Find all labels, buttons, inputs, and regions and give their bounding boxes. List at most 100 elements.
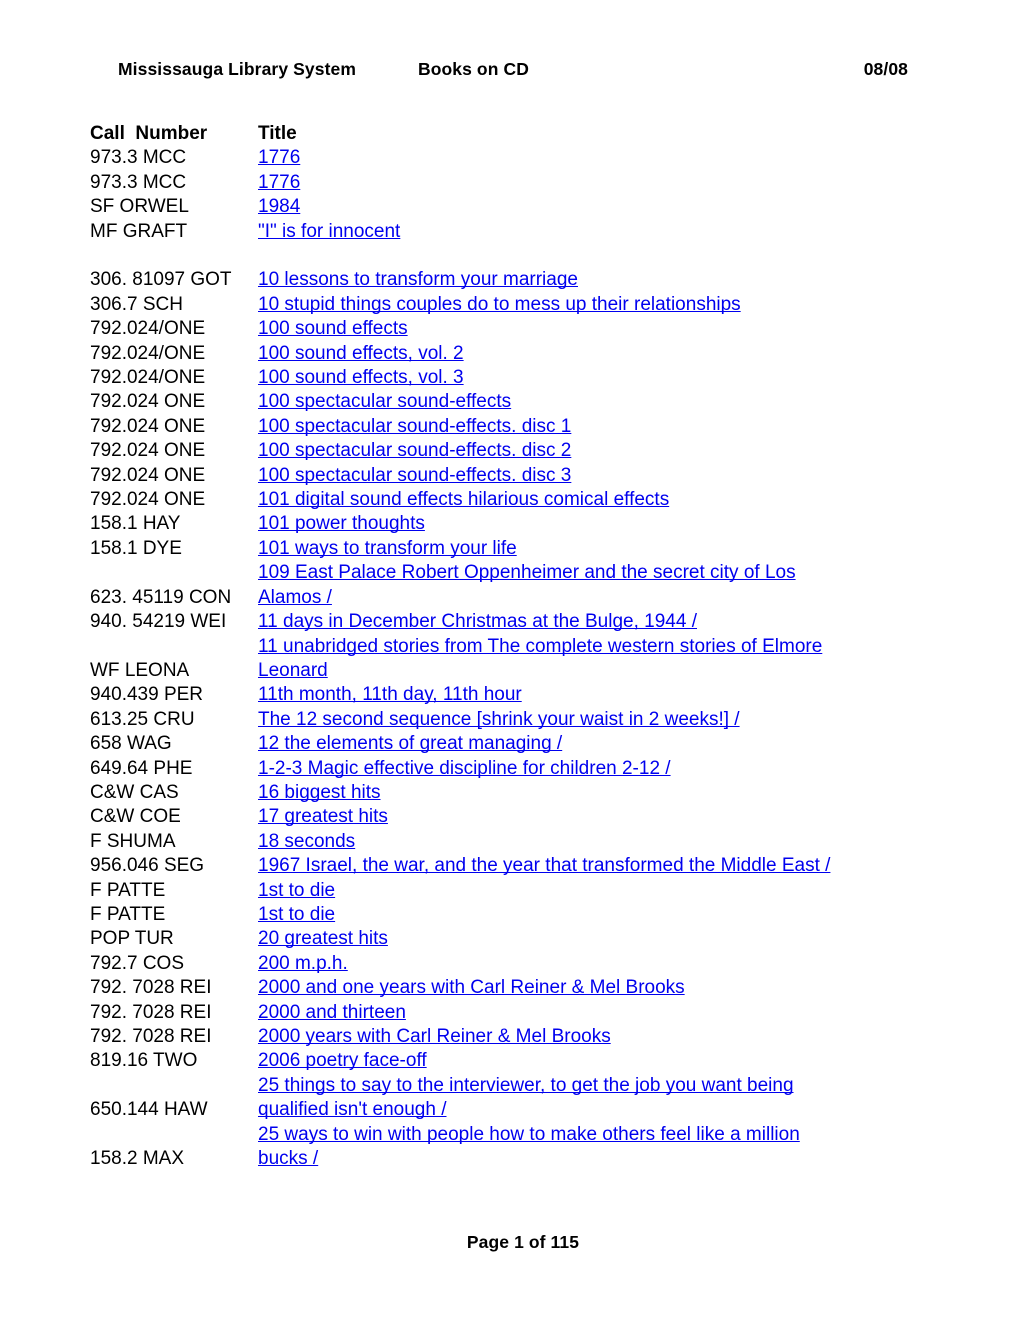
title-cell: 100 spectacular sound-effects. disc 3 — [258, 464, 838, 488]
title-link[interactable]: 11 days in December Christmas at the Bul… — [258, 611, 697, 632]
title-link[interactable]: 2000 and thirteen — [258, 1002, 406, 1023]
title-cell: 109 East Palace Robert Oppenheimer and t… — [258, 561, 838, 610]
call-number-cell: 613.25 CRU — [90, 708, 195, 730]
call-number-cell: 819.16 TWO — [90, 1050, 198, 1072]
title-cell: 16 biggest hits — [258, 781, 838, 805]
title-cell: 2000 and one years with Carl Reiner & Me… — [258, 976, 838, 1000]
title-link[interactable]: 100 sound effects, vol. 2 — [258, 343, 464, 364]
table-row: 792.024 ONE 100 spectacular sound-effects — [90, 390, 838, 414]
title-cell: 100 spectacular sound-effects — [258, 390, 838, 414]
title-link[interactable]: 100 spectacular sound-effects — [258, 391, 511, 412]
title-link[interactable]: 20 greatest hits — [258, 928, 388, 949]
title-cell: 1984 — [258, 195, 838, 219]
title-link[interactable]: 100 sound effects, vol. 3 — [258, 367, 464, 388]
call-number-cell: 792. 7028 REI — [90, 1001, 212, 1023]
page-number: Page 1 of 115 — [466, 1232, 580, 1252]
title-link[interactable]: 10 lessons to transform your marriage — [258, 269, 578, 290]
table-row: F PATTE 1st to die — [90, 903, 838, 927]
title-link[interactable]: 11 unabridged stories from The complete … — [258, 636, 822, 681]
table-row: 940. 54219 WEI 11 days in December Christ… — [90, 610, 838, 634]
call-number-cell: 792.024/ONE — [90, 367, 206, 389]
call-number-cell: 792.024 ONE — [90, 415, 206, 437]
title-link[interactable]: 100 spectacular sound-effects. disc 2 — [258, 440, 571, 461]
table-row: 792.024 ONE 100 spectacular sound-effects… — [90, 464, 838, 488]
call-number-cell: 792.024 ONE — [90, 440, 206, 462]
title-link[interactable]: 25 ways to win with people how to make o… — [258, 1124, 800, 1169]
title-link[interactable]: 101 digital sound effects hilarious comi… — [258, 489, 669, 510]
table-row: 158.1 HAY 101 power thoughts — [90, 512, 838, 536]
table-row: 649.64 PHE 1-2-3 Magic effective discipli… — [90, 757, 838, 781]
column-header-title: Title — [258, 123, 297, 144]
table-row: 956.046 SEG 1967 Israel, the war, and the… — [90, 854, 838, 878]
title-link[interactable]: 1776 — [258, 172, 300, 193]
call-number-cell: F PATTE — [90, 903, 166, 925]
title-link[interactable]: 200 m.p.h. — [258, 953, 348, 974]
title-link[interactable]: 101 power thoughts — [258, 513, 425, 534]
table-row: 792.024 ONE 100 spectacular sound-effects… — [90, 415, 838, 439]
title-link[interactable]: 10 stupid things couples do to mess up t… — [258, 294, 741, 315]
table-row: 940.439 PER 11th month, 11th day, 11th ho… — [90, 683, 838, 707]
title-link[interactable]: 18 seconds — [258, 831, 355, 852]
title-link[interactable]: 17 greatest hits — [258, 806, 388, 827]
call-number-cell: 792.024 ONE — [90, 489, 206, 511]
call-number-cell: 792.024 ONE — [90, 464, 206, 486]
call-number-cell: 792.024 ONE — [90, 391, 206, 413]
title-link[interactable]: 101 ways to transform your life — [258, 538, 517, 559]
table-row: 973.3 MCC 1776 — [90, 171, 838, 195]
table-row: 658 WAG 12 the elements of great managing… — [90, 732, 838, 756]
report-title: Books on CD — [417, 59, 529, 79]
title-link[interactable]: 2000 and one years with Carl Reiner & Me… — [258, 977, 685, 998]
title-link[interactable]: 100 sound effects — [258, 318, 408, 339]
title-cell: 200 m.p.h. — [258, 952, 838, 976]
table-spacer-row — [90, 244, 838, 268]
table-row: 792. 7028 REI 2000 and thirteen — [90, 1001, 838, 1025]
catalogue-listing: Call Number Title 973.3 MCC 1776 973.3 MCC… — [90, 122, 838, 1171]
call-number-cell: 158.1 HAY — [90, 513, 181, 535]
title-link[interactable]: 2000 years with Carl Reiner & Mel Brooks — [258, 1026, 611, 1047]
title-link[interactable]: 100 spectacular sound-effects. disc 1 — [258, 416, 571, 437]
title-link[interactable]: 2006 poetry face-off — [258, 1050, 427, 1071]
table-row: 792.024 ONE 100 spectacular sound-effects… — [90, 439, 838, 463]
title-link[interactable]: 1984 — [258, 196, 300, 217]
title-link[interactable]: "I" is for innocent — [258, 221, 400, 242]
title-link[interactable]: The 12 second sequence [shrink your wais… — [258, 709, 740, 730]
table-row: 792. 7028 REI 2000 and one years with Car… — [90, 976, 838, 1000]
title-cell: 17 greatest hits — [258, 805, 838, 829]
table-row: 792.024/ONE 100 sound effects, vol. 2 — [90, 342, 838, 366]
title-cell: The 12 second sequence [shrink your wais… — [258, 708, 838, 732]
call-number-cell: 649.64 PHE — [90, 757, 193, 779]
title-cell: 1st to die — [258, 903, 838, 927]
title-link[interactable]: 25 things to say to the interviewer, to … — [258, 1075, 794, 1120]
title-link[interactable]: 11th month, 11th day, 11th hour — [258, 684, 522, 705]
title-link[interactable]: 1967 Israel, the war, and the year that … — [258, 855, 830, 876]
title-link[interactable]: 109 East Palace Robert Oppenheimer and t… — [258, 562, 796, 607]
title-link[interactable]: 100 spectacular sound-effects. disc 3 — [258, 465, 571, 486]
call-number-cell: 792.024/ONE — [90, 342, 206, 364]
table-row: 792.024 ONE 101 digital sound effects hil… — [90, 488, 838, 512]
title-link[interactable]: 1-2-3 Magic effective discipline for chi… — [258, 758, 671, 779]
table-row: SF ORWEL 1984 — [90, 195, 838, 219]
title-link[interactable]: 1776 — [258, 147, 300, 168]
call-number-cell: WF LEONA — [90, 659, 190, 681]
call-number-cell: 158.1 DYE — [90, 537, 182, 559]
title-link[interactable]: 16 biggest hits — [258, 782, 381, 803]
document-header: Mississauga Library System Books on CD 0… — [118, 58, 908, 80]
call-number-cell: C&W CAS — [90, 781, 179, 803]
call-number-cell: 306.7 SCH — [90, 293, 183, 315]
document-page: Mississauga Library System Books on CD 0… — [0, 0, 1020, 1320]
library-system-name: Mississauga Library System — [118, 59, 356, 79]
title-cell: 11 unabridged stories from The complete … — [258, 635, 838, 684]
call-number-cell: 956.046 SEG — [90, 855, 205, 877]
title-link[interactable]: 12 the elements of great managing / — [258, 733, 562, 754]
title-cell: 25 things to say to the interviewer, to … — [258, 1074, 838, 1123]
title-cell: 25 ways to win with people how to make o… — [258, 1123, 838, 1172]
title-cell: 100 sound effects, vol. 2 — [258, 342, 838, 366]
table-header-row: Call Number Title — [90, 122, 838, 146]
title-link[interactable]: 1st to die — [258, 880, 335, 901]
title-cell: 11 days in December Christmas at the Bul… — [258, 610, 838, 634]
title-link[interactable]: 1st to die — [258, 904, 335, 925]
table-body: 973.3 MCC 1776 973.3 MCC 1776 SF ORWEL 1984 MF… — [90, 146, 838, 1171]
title-cell: 10 stupid things couples do to mess up t… — [258, 293, 838, 317]
call-number-cell: 792.7 COS — [90, 952, 184, 974]
table-row: 792.024/ONE 100 sound effects, vol. 3 — [90, 366, 838, 390]
